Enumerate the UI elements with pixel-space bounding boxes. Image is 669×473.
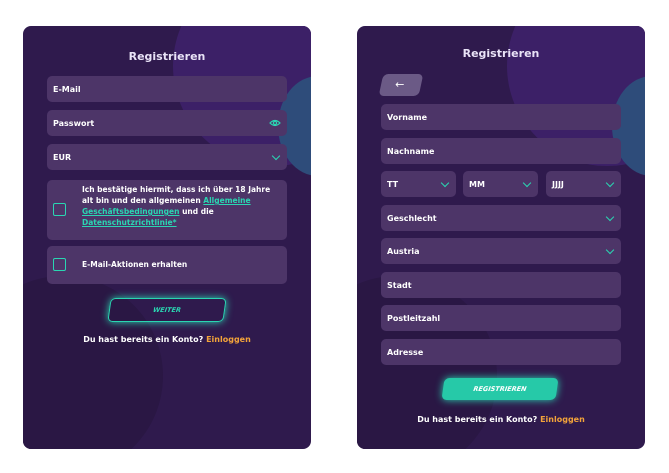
promo-checkbox[interactable] (53, 258, 66, 271)
chevron-down-icon (605, 245, 615, 255)
gender-select[interactable]: Geschlecht (381, 205, 621, 231)
year-select[interactable]: JJJJ (546, 171, 621, 197)
email-placeholder: E-Mail (53, 84, 81, 94)
chevron-down-icon (271, 151, 281, 161)
page-title: Registrieren (128, 50, 206, 63)
country-value: Austria (387, 246, 420, 256)
login-prompt-text: Du hast bereits ein Konto? (83, 335, 204, 344)
city-placeholder: Stadt (387, 280, 412, 290)
page-title: Registrieren (462, 47, 540, 60)
chevron-down-icon (522, 178, 532, 188)
promo-label: E-Mail-Aktionen erhalten (82, 260, 188, 269)
back-button[interactable]: ← (378, 74, 424, 96)
terms-text-mid: und die (179, 207, 214, 216)
day-select[interactable]: TT (381, 171, 456, 197)
first-name-field[interactable]: Vorname (381, 104, 621, 130)
zip-placeholder: Postleitzahl (387, 313, 441, 323)
gender-value: Geschlecht (387, 213, 437, 223)
address-placeholder: Adresse (387, 347, 424, 357)
month-value: MM (469, 179, 485, 189)
login-prompt: Du hast bereits ein Konto? Einloggen (357, 415, 645, 424)
month-select[interactable]: MM (463, 171, 538, 197)
currency-value: EUR (53, 152, 72, 162)
last-name-field[interactable]: Nachname (381, 138, 621, 164)
login-link[interactable]: Einloggen (540, 415, 585, 424)
password-field[interactable]: Passwort (47, 110, 287, 136)
registration-panel-step2: Registrieren ← Vorname Nachname TT MM JJ… (357, 26, 645, 449)
first-name-placeholder: Vorname (387, 112, 428, 122)
currency-select[interactable]: EUR (47, 144, 287, 170)
terms-row: Ich bestätige hiermit, dass ich über 18 … (47, 180, 287, 240)
country-select[interactable]: Austria (381, 238, 621, 264)
chevron-down-icon (605, 212, 615, 222)
privacy-link[interactable]: Datenschutzrichtlinie* (82, 218, 177, 227)
chevron-down-icon (440, 178, 450, 188)
registration-panel-step1: Registrieren E-Mail Passwort EUR Ich bes… (23, 26, 311, 449)
next-button[interactable]: WEITER (107, 298, 227, 322)
chevron-down-icon (605, 178, 615, 188)
city-field[interactable]: Stadt (381, 272, 621, 298)
login-prompt-text: Du hast bereits ein Konto? (417, 415, 538, 424)
arrow-left-icon: ← (395, 78, 405, 91)
last-name-placeholder: Nachname (387, 146, 435, 156)
eye-icon[interactable] (269, 117, 281, 129)
year-value: JJJJ (552, 179, 564, 189)
terms-checkbox[interactable] (53, 203, 66, 216)
address-field[interactable]: Adresse (381, 339, 621, 365)
login-prompt: Du hast bereits ein Konto? Einloggen (23, 335, 311, 344)
zip-field[interactable]: Postleitzahl (381, 305, 621, 331)
password-placeholder: Passwort (53, 118, 95, 128)
email-field[interactable]: E-Mail (47, 76, 287, 102)
login-link[interactable]: Einloggen (206, 335, 251, 344)
terms-text: Ich bestätige hiermit, dass ich über 18 … (82, 184, 281, 228)
register-button[interactable]: REGISTRIEREN (441, 378, 559, 400)
day-value: TT (387, 179, 399, 189)
promo-row: E-Mail-Aktionen erhalten (47, 246, 287, 284)
